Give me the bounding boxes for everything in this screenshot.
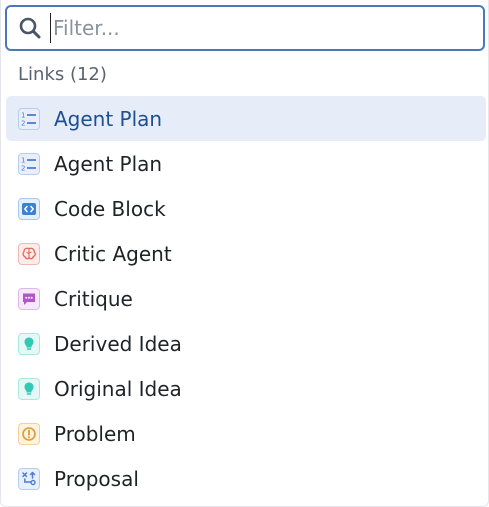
links-list: 1 2 Agent Plan 1 2 Agent Plan Code Block… (6, 96, 486, 501)
search-icon (18, 16, 42, 40)
svg-text:2: 2 (21, 164, 25, 172)
item-label: Proposal (54, 466, 139, 491)
item-label: Agent Plan (54, 106, 163, 131)
filter-input[interactable] (50, 13, 483, 43)
item-label: Agent Plan (54, 151, 163, 176)
list-item-agent-plan[interactable]: 1 2 Agent Plan (6, 141, 486, 186)
item-label: Code Block (54, 196, 166, 221)
proposal-icon (18, 467, 40, 490)
numbered-list-icon: 1 2 (18, 152, 40, 175)
lightbulb-icon (18, 377, 40, 400)
brain-icon (18, 242, 40, 265)
alert-circle-icon (18, 422, 40, 445)
code-icon (18, 197, 40, 220)
item-label: Original Idea (54, 376, 182, 401)
search-box[interactable] (5, 5, 485, 51)
list-item-problem[interactable]: Problem (6, 411, 486, 456)
item-label: Critic Agent (54, 241, 172, 266)
svg-text:1: 1 (21, 111, 25, 119)
link-picker-panel: Links (12) 1 2 Agent Plan 1 2 (0, 0, 489, 507)
item-label: Derived Idea (54, 331, 182, 356)
section-header-links: Links (12) (18, 64, 107, 85)
list-item-proposal[interactable]: Proposal (6, 456, 486, 501)
list-item-critic-agent[interactable]: Critic Agent (6, 231, 486, 276)
item-label: Critique (54, 286, 133, 311)
lightbulb-icon (18, 332, 40, 355)
svg-text:1: 1 (21, 156, 25, 164)
list-item-original-idea[interactable]: Original Idea (6, 366, 486, 411)
list-item-critique[interactable]: Critique (6, 276, 486, 321)
list-item-derived-idea[interactable]: Derived Idea (6, 321, 486, 366)
comment-icon (18, 287, 40, 310)
list-item-code-block[interactable]: Code Block (6, 186, 486, 231)
item-label: Problem (54, 421, 136, 446)
list-item-agent-plan[interactable]: 1 2 Agent Plan (6, 96, 486, 141)
svg-text:2: 2 (21, 119, 25, 127)
numbered-list-icon: 1 2 (18, 107, 40, 130)
